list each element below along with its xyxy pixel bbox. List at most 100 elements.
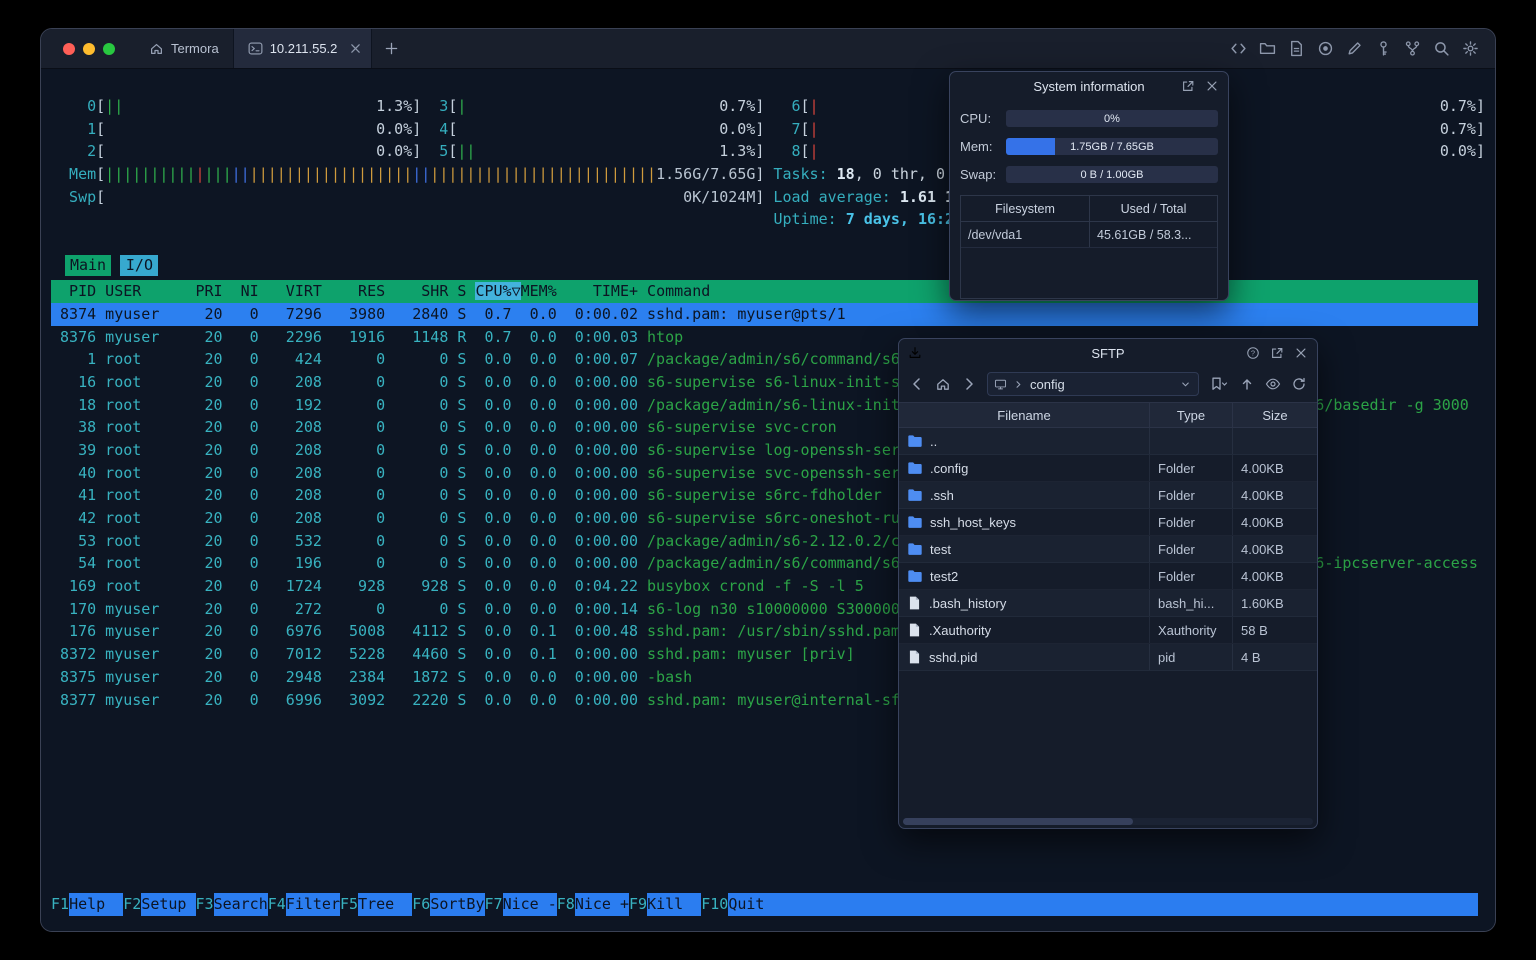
filesystem-row[interactable]: /dev/vda1 45.61GB / 58.3... [961, 222, 1217, 248]
fkey-label-F1[interactable]: Help [69, 893, 124, 916]
filesystem-usage: 45.61GB / 58.3... [1089, 222, 1217, 247]
folder-icon[interactable] [1259, 40, 1276, 57]
home-icon[interactable] [935, 376, 951, 392]
settings-icon[interactable] [1462, 40, 1479, 57]
file-row-..[interactable]: .. [899, 428, 1317, 455]
file-row-.config[interactable]: .config Folder 4.00KB [899, 455, 1317, 482]
sort-column-cpu[interactable]: CPU%▽ [475, 282, 521, 301]
key-icon[interactable] [1375, 40, 1392, 57]
fkey-bar-filler [782, 893, 1478, 916]
file-row-.ssh[interactable]: .ssh Folder 4.00KB [899, 482, 1317, 509]
htop-table-header[interactable]: PID USER PRI NI VIRT RES SHR S CPU%▽MEM%… [51, 280, 1478, 303]
sftp-titlebar[interactable]: SFTP ? [899, 339, 1317, 367]
htop-tab-main[interactable]: Main [64, 255, 112, 277]
path-breadcrumb[interactable]: config [987, 372, 1199, 396]
file-name: test [930, 541, 951, 557]
folder-icon [907, 488, 923, 502]
parent-directory-icon[interactable] [1239, 376, 1255, 392]
file-type: Folder [1149, 536, 1232, 562]
open-in-new-window-icon[interactable] [1270, 346, 1284, 360]
cpu-meter-2: 2[0.0%] [87, 142, 422, 161]
refresh-icon[interactable] [1291, 376, 1307, 392]
process-row-8374[interactable]: 8374 myuser 20 0 7296 3980 2840 S 0.7 0.… [51, 302, 1478, 326]
fkey-label-F5[interactable]: Tree [358, 893, 413, 916]
open-in-new-window-icon[interactable] [1181, 79, 1195, 93]
file-type: bash_hi... [1149, 590, 1232, 616]
stat-label: Mem: [960, 139, 993, 154]
fkey-F10[interactable]: F10 [701, 893, 728, 916]
progress-bar: 1.75GB / 7.65GB [1006, 138, 1218, 155]
fkey-F7[interactable]: F7 [485, 893, 503, 916]
fkey-label-F8[interactable]: Nice + [574, 893, 629, 916]
fkey-F6[interactable]: F6 [412, 893, 430, 916]
titlebar-spacer [411, 29, 1230, 68]
close-tab-icon[interactable] [350, 43, 361, 54]
log-icon[interactable] [1288, 40, 1305, 57]
fkey-label-F10[interactable]: Quit [728, 893, 783, 916]
htop-tab-io[interactable]: I/O [120, 255, 159, 277]
stat-label: CPU: [960, 111, 992, 126]
branch-icon[interactable] [1404, 40, 1421, 57]
fkey-label-F2[interactable]: Setup [141, 893, 196, 916]
file-row-sshd.pid[interactable]: sshd.pid pid 4 B [899, 644, 1317, 671]
file-icon [907, 650, 922, 664]
horizontal-scrollbar[interactable] [903, 818, 1313, 825]
file-name: .ssh [930, 487, 954, 503]
file-size: 58 B [1232, 617, 1317, 643]
file-icon [907, 596, 922, 610]
system-information-titlebar[interactable]: System information [950, 72, 1228, 100]
file-row-test[interactable]: test Folder 4.00KB [899, 536, 1317, 563]
file-row-ssh_host_keys[interactable]: ssh_host_keys Folder 4.00KB [899, 509, 1317, 536]
eye-icon[interactable] [1265, 376, 1281, 392]
forward-icon[interactable] [961, 376, 977, 392]
fkey-F2[interactable]: F2 [123, 893, 141, 916]
stat-label: Swap: [960, 167, 997, 182]
stat-row-cpu: CPU: 0% [960, 110, 1218, 127]
bookmark-icon[interactable] [1209, 376, 1229, 392]
fkey-label-F7[interactable]: Nice - [502, 893, 557, 916]
file-name: .Xauthority [929, 622, 992, 638]
fkey-F4[interactable]: F4 [268, 893, 286, 916]
fkey-label-F6[interactable]: SortBy [430, 893, 485, 916]
sftp-table-header[interactable]: Filename Type Size [899, 402, 1317, 428]
fkey-label-F9[interactable]: Kill [647, 893, 702, 916]
minimize-window-button[interactable] [83, 42, 95, 55]
edit-icon[interactable] [1346, 40, 1363, 57]
fkey-label-F4[interactable]: Filter [285, 893, 340, 916]
close-icon[interactable] [1205, 79, 1219, 93]
back-icon[interactable] [909, 376, 925, 392]
htop-screen-tabs: Main I/O [64, 255, 1485, 277]
zoom-window-button[interactable] [103, 42, 115, 55]
close-window-button[interactable] [63, 42, 75, 55]
computer-icon [994, 379, 1007, 389]
size-col-header[interactable]: Size [1232, 403, 1317, 427]
code-icon[interactable] [1230, 40, 1247, 57]
search-icon[interactable] [1433, 40, 1450, 57]
filename-col-header[interactable]: Filename [899, 403, 1149, 427]
folder-icon [907, 434, 923, 448]
tab-session[interactable]: 10.211.55.2 [232, 29, 373, 68]
record-icon[interactable] [1317, 40, 1334, 57]
toolbar-icons [1230, 29, 1495, 68]
file-size: 4.00KB [1232, 509, 1317, 535]
current-directory: config [1030, 376, 1065, 392]
new-tab-button[interactable] [372, 29, 411, 68]
sftp-title: SFTP [1091, 345, 1125, 361]
scrollbar-thumb[interactable] [903, 818, 1133, 825]
file-size: 4.00KB [1232, 563, 1317, 589]
file-row-.Xauthority[interactable]: .Xauthority Xauthority 58 B [899, 617, 1317, 644]
fkey-F3[interactable]: F3 [196, 893, 214, 916]
fkey-F8[interactable]: F8 [557, 893, 575, 916]
file-row-.bash_history[interactable]: .bash_history bash_hi... 1.60KB [899, 590, 1317, 617]
close-icon[interactable] [1294, 346, 1308, 360]
help-icon[interactable]: ? [1246, 346, 1260, 360]
titlebar[interactable]: Termora 10.211.55.2 [41, 29, 1495, 69]
fkey-F5[interactable]: F5 [340, 893, 358, 916]
type-col-header[interactable]: Type [1149, 403, 1232, 427]
tab-termora[interactable]: Termora [135, 29, 233, 68]
file-row-test2[interactable]: test2 Folder 4.00KB [899, 563, 1317, 590]
download-icon[interactable] [908, 346, 922, 360]
fkey-label-F3[interactable]: Search [213, 893, 268, 916]
fkey-F9[interactable]: F9 [629, 893, 647, 916]
fkey-F1[interactable]: F1 [51, 893, 69, 916]
